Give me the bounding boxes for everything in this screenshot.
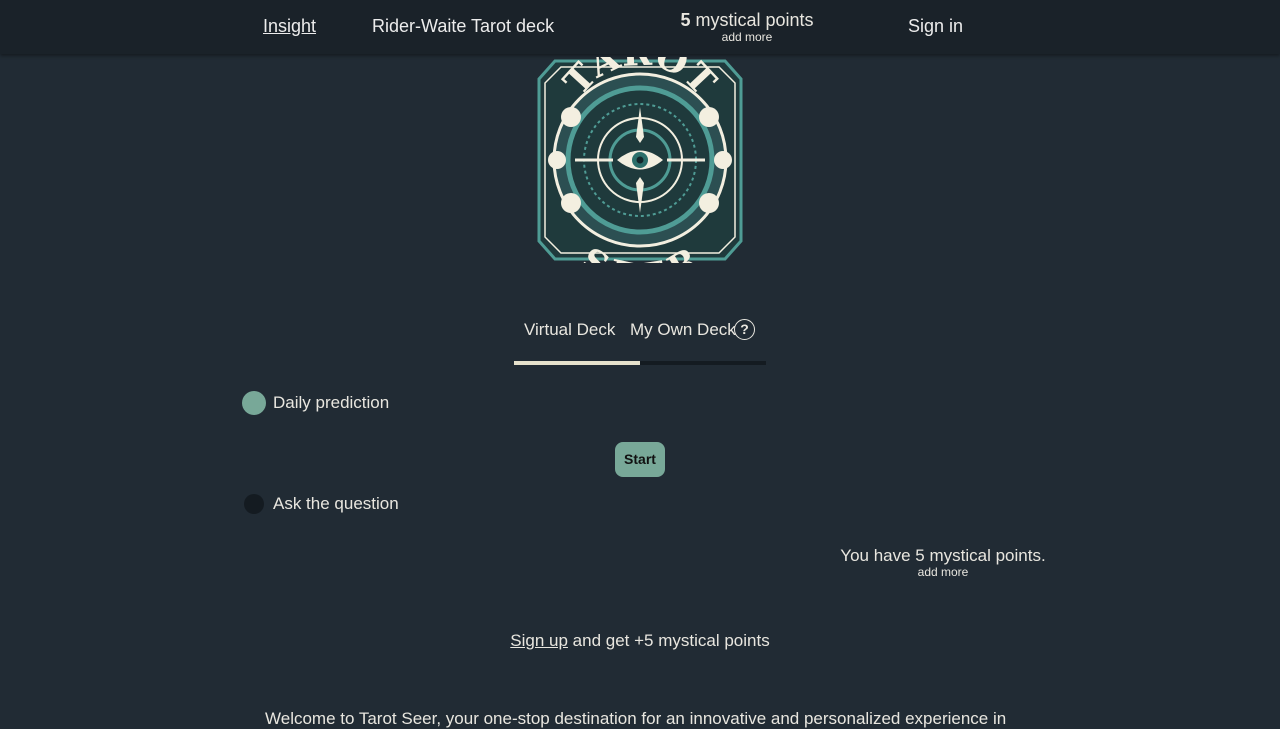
points-summary-add-more-link[interactable]: add more	[840, 566, 1046, 579]
option-daily-label: Daily prediction	[273, 393, 390, 412]
points-label: mystical points	[695, 10, 814, 30]
help-icon[interactable]: ?	[734, 319, 755, 340]
active-tab-indicator	[514, 361, 640, 365]
top-nav-bar: Insight Rider-Waite Tarot deck 5 mystica…	[0, 0, 1280, 54]
deck-tabs: Virtual Deck My Own Deck ?	[514, 318, 766, 366]
option-ask-label: Ask the question	[273, 494, 399, 513]
start-button[interactable]: Start	[615, 442, 665, 477]
signup-promo: Sign up and get +5 mystical points	[0, 631, 1280, 651]
tarot-seer-logo: TAROT SEER	[537, 57, 743, 263]
sign-up-link[interactable]: Sign up	[510, 631, 568, 650]
signup-promo-text: and get +5 mystical points	[567, 631, 770, 650]
points-count: 5	[680, 10, 691, 30]
radio-selected-icon[interactable]	[242, 391, 266, 415]
points-counter: 5 mystical points add more	[667, 9, 827, 44]
nav-deck-selector[interactable]: Rider-Waite Tarot deck	[372, 16, 554, 37]
points-summary: You have 5 mystical points. add more	[840, 546, 1046, 579]
tab-virtual-deck[interactable]: Virtual Deck	[524, 320, 615, 340]
points-summary-text: You have 5 mystical points.	[840, 546, 1046, 565]
add-more-link[interactable]: add more	[667, 31, 827, 44]
radio-unselected-icon[interactable]	[244, 494, 264, 514]
nav-insight-link[interactable]: Insight	[263, 16, 316, 37]
tab-my-own-deck[interactable]: My Own Deck	[630, 320, 736, 340]
sign-in-link[interactable]: Sign in	[908, 16, 963, 37]
welcome-paragraph: Welcome to Tarot Seer, your one-stop des…	[265, 709, 1007, 728]
